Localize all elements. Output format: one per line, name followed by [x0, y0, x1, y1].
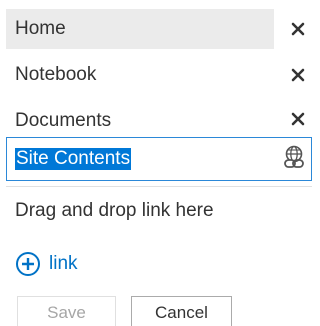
cancel-button[interactable]: Cancel: [131, 296, 232, 326]
add-link-button[interactable]: link: [15, 250, 78, 278]
close-icon: [291, 112, 305, 126]
close-icon: [291, 68, 305, 82]
close-icon: [291, 22, 305, 36]
divider: [6, 186, 312, 187]
link-globe-icon[interactable]: [280, 144, 308, 172]
nav-item-notebook[interactable]: Notebook: [6, 55, 274, 95]
nav-item-home[interactable]: Home: [6, 9, 274, 49]
plus-circle-icon: [16, 252, 40, 276]
drop-zone-text: Drag and drop link here: [15, 200, 214, 221]
nav-item-label: Home: [15, 18, 66, 39]
link-name-input[interactable]: Site Contents: [6, 137, 312, 181]
remove-home-button[interactable]: [289, 20, 307, 38]
quick-launch-editor: Home Notebook Documents Site Contents Dr…: [0, 0, 314, 326]
nav-item-documents[interactable]: Documents: [6, 101, 274, 141]
remove-documents-button[interactable]: [289, 110, 307, 128]
link-name-value: Site Contents: [15, 148, 132, 170]
remove-notebook-button[interactable]: [289, 66, 307, 84]
cancel-button-label: Cancel: [155, 303, 208, 322]
save-button[interactable]: Save: [17, 296, 116, 326]
save-button-label: Save: [47, 303, 86, 322]
nav-item-label: Documents: [15, 110, 112, 131]
add-link-label: link: [49, 253, 78, 274]
nav-item-label: Notebook: [15, 64, 97, 85]
